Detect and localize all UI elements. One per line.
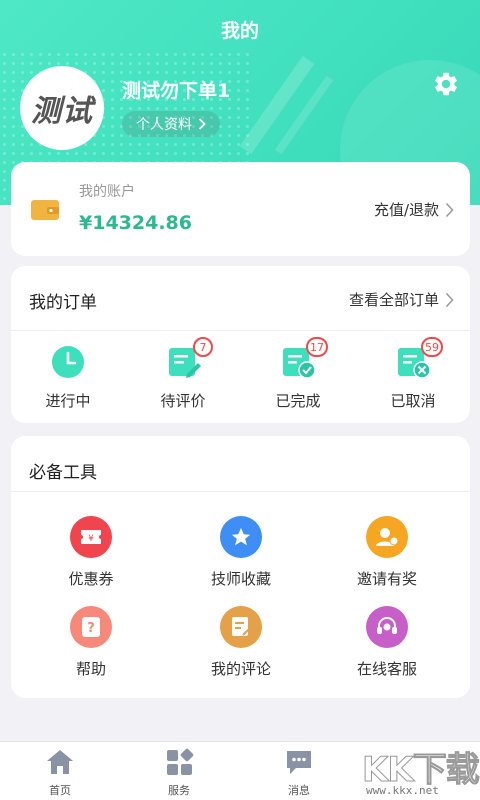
order-count-badge: 7 xyxy=(193,337,213,357)
tab-messages[interactable]: 消息 xyxy=(259,748,339,798)
tool-coupon[interactable]: ¥ 优惠券 xyxy=(31,516,151,589)
order-status-label: 进行中 xyxy=(45,392,91,410)
comment-edit-icon xyxy=(220,606,262,648)
order-status-in-progress[interactable]: 进行中 xyxy=(23,344,113,411)
order-status-to-review[interactable]: 7 待评价 xyxy=(138,337,228,411)
tool-label: 我的评论 xyxy=(210,660,271,678)
tab-home[interactable]: 首页 xyxy=(20,748,100,798)
chevron-right-icon xyxy=(445,292,454,307)
coupon-icon: ¥ xyxy=(70,516,112,558)
view-all-orders-label: 查看全部订单 xyxy=(348,291,439,309)
username: 测试勿下单1 xyxy=(122,80,231,102)
tool-my-comments[interactable]: 我的评论 xyxy=(181,606,301,679)
clock-icon xyxy=(52,346,84,378)
tool-invite-reward[interactable]: 邀请有奖 xyxy=(327,516,447,589)
tool-online-service[interactable]: 在线客服 xyxy=(327,606,447,679)
order-count-badge: 59 xyxy=(421,337,443,357)
chevron-right-icon xyxy=(445,202,454,217)
account-balance: ¥14324.86 xyxy=(79,212,192,234)
tool-favorite-technicians[interactable]: 技师收藏 xyxy=(181,516,301,589)
help-icon: ? xyxy=(70,606,112,648)
tab-services[interactable]: 服务 xyxy=(139,748,219,798)
tool-label: 在线客服 xyxy=(356,660,417,678)
tab-label: 首页 xyxy=(49,784,71,797)
chevron-right-icon xyxy=(198,118,206,130)
view-all-orders-link[interactable]: 查看全部订单 xyxy=(349,289,454,310)
tool-label: 优惠券 xyxy=(68,570,114,588)
watermark-url: www.kkx.net xyxy=(366,784,439,797)
header-stripe-decoration xyxy=(239,55,315,155)
profile-button[interactable]: 个人资料 xyxy=(122,111,220,137)
divider xyxy=(11,491,470,492)
tool-help[interactable]: ? 帮助 xyxy=(31,606,151,679)
invite-user-icon xyxy=(366,516,408,558)
chat-icon xyxy=(287,751,311,774)
avatar-text: 测试 xyxy=(31,94,93,129)
tool-label: 技师收藏 xyxy=(210,570,271,588)
tools-title: 必备工具 xyxy=(29,463,97,483)
order-status-label: 已取消 xyxy=(390,392,436,410)
svg-text:¥: ¥ xyxy=(88,534,94,544)
account-card[interactable]: 我的账户 ¥14324.86 充值/退款 xyxy=(11,162,470,256)
recharge-refund-link[interactable]: 充值/退款 xyxy=(374,199,454,220)
avatar[interactable]: 测试 xyxy=(20,66,104,150)
recharge-refund-label: 充值/退款 xyxy=(373,201,439,219)
tool-label: 帮助 xyxy=(75,660,106,678)
orders-title: 我的订单 xyxy=(29,293,97,313)
orders-card: 我的订单 查看全部订单 进行中 7 待评价 17 已完成 59 已取消 xyxy=(11,266,470,423)
tool-label: 邀请有奖 xyxy=(356,570,417,588)
svg-text:?: ? xyxy=(87,621,95,636)
watermark-logo: KK下载 www.kkx.net xyxy=(360,742,480,800)
tab-label: 消息 xyxy=(288,784,310,797)
order-status-label: 已完成 xyxy=(275,392,321,410)
settings-gear-icon[interactable] xyxy=(432,70,460,98)
tools-card: 必备工具 ¥ 优惠券 技师收藏 邀请有奖 ? 帮助 我的评论 在线客服 xyxy=(11,436,470,698)
grid-icon xyxy=(167,748,194,775)
order-count-badge: 17 xyxy=(306,337,328,357)
page-title: 我的 xyxy=(220,20,259,42)
order-status-label: 待评价 xyxy=(160,392,206,410)
divider xyxy=(11,330,470,331)
star-icon xyxy=(220,516,262,558)
headset-icon xyxy=(366,606,408,648)
wallet-icon xyxy=(31,200,59,220)
profile-button-label: 个人资料 xyxy=(136,117,192,133)
order-status-completed[interactable]: 17 已完成 xyxy=(253,337,343,411)
tab-label: 服务 xyxy=(168,784,190,797)
order-status-cancelled[interactable]: 59 已取消 xyxy=(368,337,458,411)
home-icon xyxy=(47,750,73,774)
account-label: 我的账户 xyxy=(79,184,135,200)
